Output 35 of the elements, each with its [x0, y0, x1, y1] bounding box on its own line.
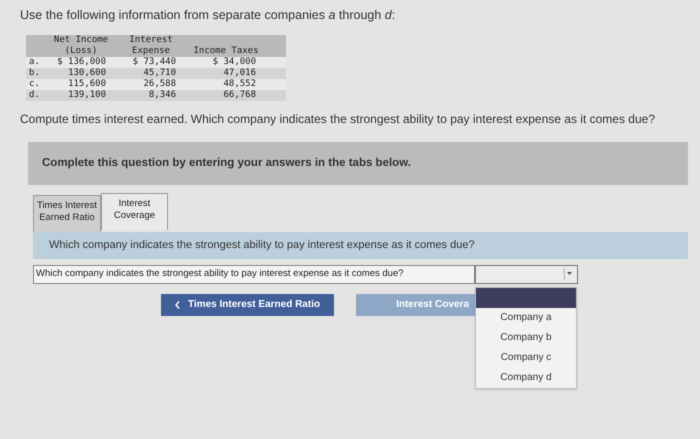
column-header: Net Income (Loss) [52, 34, 110, 57]
banner-text: Complete this question by entering your answers in the tabs below. [42, 156, 411, 171]
table-cell-text: 130,600 [67, 68, 107, 79]
row-label: b. [28, 68, 41, 79]
dropdown-option[interactable]: Company c [476, 348, 576, 368]
dropdown-caret-icon [564, 268, 573, 280]
question-text: Compute times interest earned. Which company indicates the strongest ability to pay interest expense as it comes due? [20, 110, 656, 128]
answer-dropdown[interactable] [475, 264, 578, 284]
column-header: Interest Expense [128, 34, 174, 57]
table-cell-text: $ 73,440 [132, 56, 177, 68]
intro-text: Use the following information from separate companies a through d: [20, 7, 396, 24]
table-cell-text: 115,600 [67, 78, 107, 90]
row-label: c. [28, 78, 41, 90]
chevron-left-icon [175, 300, 180, 309]
table-cell-text: 47,016 [222, 68, 257, 79]
dropdown-option[interactable]: Company b [476, 328, 576, 348]
dropdown-option[interactable]: Company a [476, 308, 576, 328]
tab[interactable]: Interest Coverage [100, 192, 168, 230]
highlighted-option[interactable] [476, 288, 576, 308]
table-cell-text: 8,346 [148, 90, 177, 101]
table-cell-text: $ 136,000 [56, 56, 107, 68]
table-cell-text: 45,710 [142, 68, 177, 79]
dropdown-option[interactable]: Company d [476, 368, 576, 388]
tab[interactable]: Times Interest Earned Ratio [33, 194, 101, 232]
answer-label: Which company indicates the strongest ability to pay interest expense as it comes due? [33, 264, 475, 284]
table-cell-text: $ 34,000 [212, 56, 257, 68]
row-label: a. [28, 56, 41, 68]
table-cell-text: 26,588 [142, 78, 177, 90]
column-header: Income Taxes [192, 46, 260, 57]
table-cell-text: 48,552 [222, 78, 257, 90]
prompt-text: Which company indicates the strongest ability to pay interest expense as it comes due? [49, 238, 475, 253]
previous-tab-button[interactable]: Times Interest Earned Ratio [161, 294, 334, 316]
table-cell-text: 66,768 [222, 90, 257, 101]
table-cell-text: 139,100 [67, 90, 107, 101]
row-label: d. [28, 90, 41, 101]
